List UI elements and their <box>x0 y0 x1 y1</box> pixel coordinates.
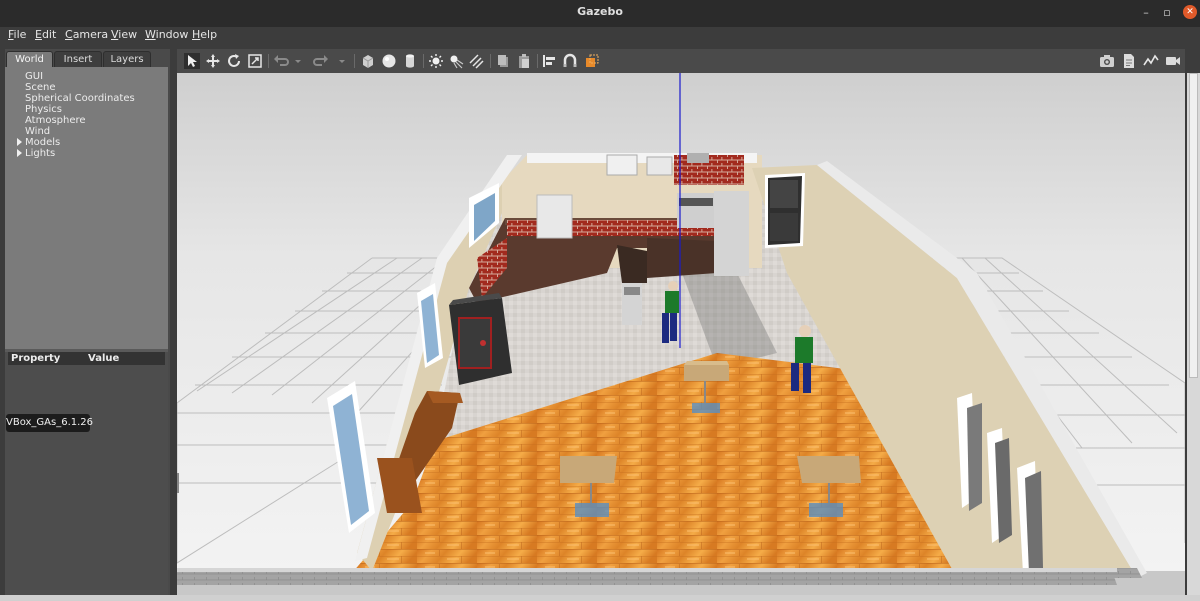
plot-icon[interactable] <box>1143 53 1159 69</box>
value-column-header: Value <box>88 353 120 364</box>
tree-item-atmosphere[interactable]: Atmosphere <box>25 115 86 126</box>
toolbar <box>177 49 1185 73</box>
tree-item-spherical-coordinates[interactable]: Spherical Coordinates <box>25 93 135 104</box>
status-bar <box>0 595 1200 601</box>
tooltip: VBox_GAs_6.1.26 <box>6 414 93 432</box>
front-wall-top <box>177 568 1117 572</box>
paste-icon[interactable] <box>516 53 532 69</box>
tab-insert[interactable]: Insert <box>54 51 102 68</box>
align-icon[interactable] <box>542 53 558 69</box>
scene-viewport[interactable] <box>177 73 1185 595</box>
toolbar-separator <box>423 54 424 68</box>
menu-window[interactable]: Window <box>145 28 188 41</box>
scrollbar-thumb[interactable] <box>1189 73 1198 378</box>
tree-item-models[interactable]: Models <box>25 137 60 148</box>
window-title: Gazebo <box>577 5 623 18</box>
properties-header: Property Value <box>8 352 165 365</box>
expand-arrow-icon[interactable] <box>17 149 22 157</box>
copy-icon[interactable] <box>495 53 511 69</box>
menu-view[interactable]: View <box>111 28 137 41</box>
minimize-icon[interactable]: – <box>1139 6 1153 19</box>
sphere-shape-icon[interactable] <box>381 53 397 69</box>
tab-world[interactable]: World <box>6 51 53 68</box>
left-panel: World Insert Layers GUI Scene Spherical … <box>5 49 170 597</box>
properties-panel: Property Value <box>5 352 168 597</box>
tree-item-lights[interactable]: Lights <box>25 148 55 159</box>
change-view-icon[interactable] <box>584 53 600 69</box>
record-video-icon[interactable] <box>1165 53 1181 69</box>
toolbar-separator <box>537 54 538 68</box>
cylinder-shape-icon[interactable] <box>402 53 418 69</box>
undo-history-icon[interactable] <box>293 53 303 69</box>
log-icon[interactable] <box>1121 53 1137 69</box>
snap-icon[interactable] <box>562 53 578 69</box>
screenshot-icon[interactable] <box>1099 53 1115 69</box>
tree-item-gui[interactable]: GUI <box>25 71 43 82</box>
tree-item-wind[interactable]: Wind <box>25 126 50 137</box>
door <box>765 173 805 248</box>
tree-item-scene[interactable]: Scene <box>25 82 56 93</box>
translate-icon[interactable] <box>205 53 221 69</box>
menu-bar: File Edit Camera View Window Help <box>0 27 1200 45</box>
safe <box>449 293 512 385</box>
menu-camera[interactable]: Camera <box>65 28 108 41</box>
redo-history-icon[interactable] <box>337 53 347 69</box>
viewport-scrollbar[interactable] <box>1187 73 1200 595</box>
scale-icon[interactable] <box>247 53 263 69</box>
toolbar-separator <box>354 54 355 68</box>
toolbar-separator <box>268 54 269 68</box>
tree-item-physics[interactable]: Physics <box>25 104 62 115</box>
title-bar: Gazebo – ▫ ✕ <box>0 0 1200 27</box>
menu-edit[interactable]: Edit <box>35 28 56 41</box>
menu-help[interactable]: Help <box>192 28 217 41</box>
front-wall <box>177 571 1117 585</box>
restore-icon[interactable]: ▫ <box>1160 6 1174 19</box>
undo-icon[interactable] <box>273 53 289 69</box>
box-shape-icon[interactable] <box>360 53 376 69</box>
world-tree: GUI Scene Spherical Coordinates Physics … <box>5 67 168 349</box>
expand-arrow-icon[interactable] <box>17 138 22 146</box>
menu-file[interactable]: File <box>8 28 26 41</box>
toolbar-separator <box>490 54 491 68</box>
tab-layers[interactable]: Layers <box>103 51 151 68</box>
spot-light-icon[interactable] <box>448 53 464 69</box>
scene-render[interactable] <box>177 73 1185 595</box>
close-icon[interactable]: ✕ <box>1183 5 1197 19</box>
property-column-header: Property <box>11 353 61 364</box>
rotate-icon[interactable] <box>226 53 242 69</box>
redo-icon[interactable] <box>313 53 329 69</box>
directional-light-icon[interactable] <box>468 53 484 69</box>
point-light-icon[interactable] <box>428 53 444 69</box>
viewport-handle[interactable] <box>177 473 179 493</box>
select-arrow-icon[interactable] <box>184 53 200 69</box>
